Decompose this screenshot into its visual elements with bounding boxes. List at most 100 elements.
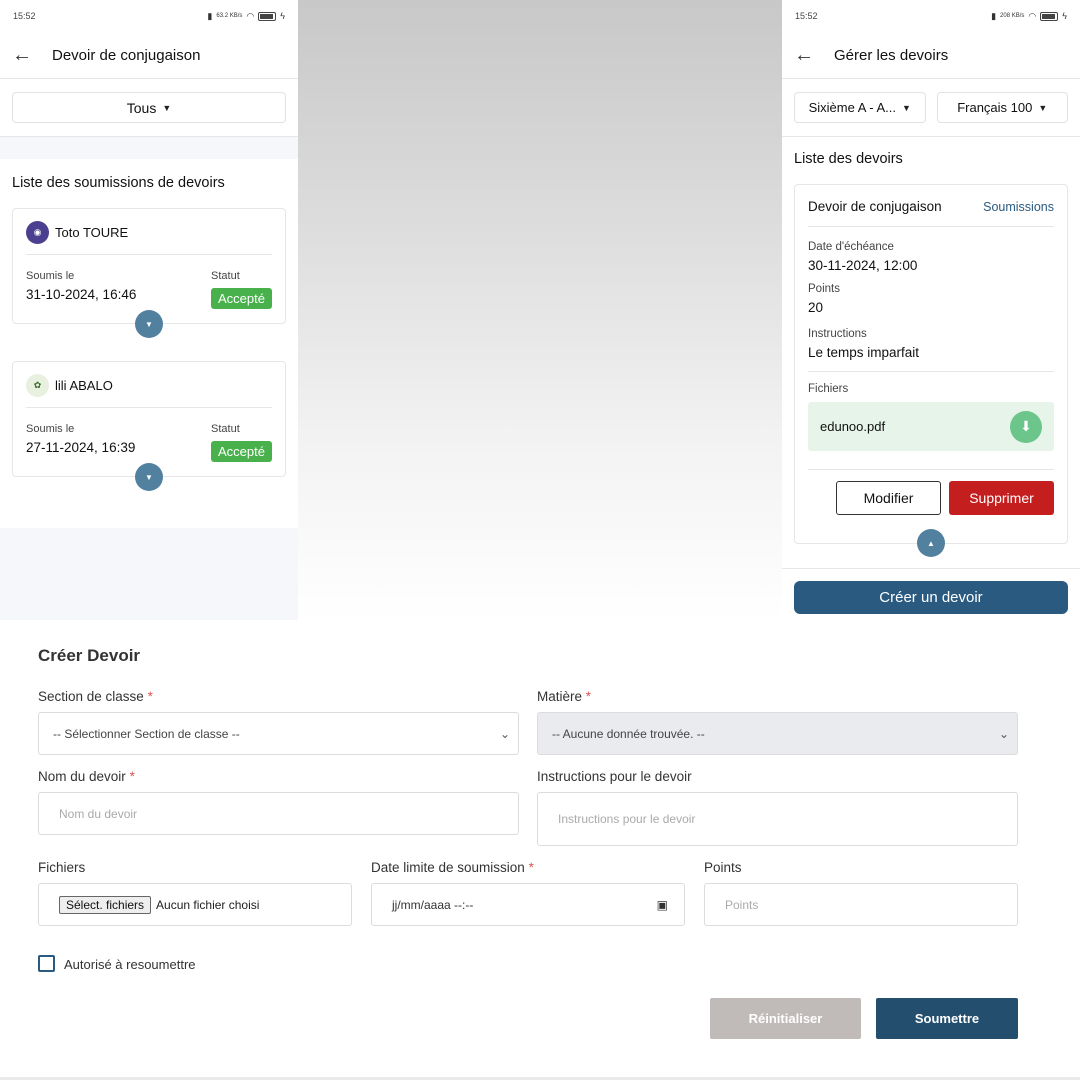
submissions-screen: 15:52 ▮ 63.2 KB/s ◠ ϟ ← Devoir de conjug…	[0, 0, 298, 620]
instructions-label: Instructions	[808, 328, 867, 340]
class-section-select[interactable]: -- Sélectionner Section de classe -- ⌄	[38, 712, 519, 755]
expand-button[interactable]: ▼	[135, 463, 163, 491]
resubmit-label: Autorisé à resoumettre	[64, 957, 196, 972]
download-icon[interactable]: ⬇	[1010, 410, 1042, 443]
file-name: edunoo.pdf	[820, 419, 886, 434]
submissions-list: Liste des soumissions de devoirs ◉ Toto …	[0, 159, 298, 528]
caret-down-icon: ▼	[1038, 102, 1048, 113]
page-title: Devoir de conjugaison	[52, 46, 201, 64]
chevron-up-icon: ▲	[927, 538, 935, 548]
avatar: ✿	[26, 374, 49, 397]
required-marker: *	[528, 860, 534, 875]
homework-name-input[interactable]: Nom du devoir	[38, 792, 519, 835]
file-input[interactable]: Sélect. fichiers Aucun fichier choisi	[38, 883, 352, 926]
collapse-button[interactable]: ▲	[917, 529, 945, 557]
status-label: Statut	[211, 270, 240, 282]
form-title: Créer Devoir	[38, 646, 141, 665]
divider	[782, 568, 1080, 569]
chevron-down-icon: ⌄	[499, 726, 510, 741]
class-section-label: Section de classe *	[38, 689, 153, 704]
calendar-icon[interactable]: ▣	[657, 898, 668, 912]
submission-body: Soumis le 27-11-2024, 16:39 Statut Accep…	[26, 423, 272, 462]
submission-header: ◉ Toto TOURE	[26, 221, 272, 255]
edit-button[interactable]: Modifier	[836, 481, 941, 515]
file-item: edunoo.pdf ⬇	[808, 402, 1054, 451]
vibrate-icon: ▮	[207, 10, 213, 21]
reset-button[interactable]: Réinitialiser	[710, 998, 861, 1039]
subject-filter-value: Français 100	[957, 100, 1033, 115]
class-section-label-text: Section de classe	[38, 689, 144, 704]
caret-down-icon: ▼	[902, 102, 911, 113]
student-name: lili ABALO	[55, 378, 113, 393]
choose-files-button[interactable]: Sélect. fichiers	[59, 895, 152, 914]
submitted-label: Soumis le	[26, 270, 75, 282]
files-label: Fichiers	[38, 860, 86, 875]
charging-icon: ϟ	[280, 11, 285, 21]
back-arrow-icon[interactable]: ←	[794, 44, 822, 67]
points-input[interactable]: Points	[704, 883, 1018, 926]
homework-name-label: Nom du devoir *	[38, 769, 135, 784]
class-filter-dropdown[interactable]: Sixième A - A... ▼	[794, 92, 926, 123]
status-bar: 15:52 ▮ 63.2 KB/s ◠ ϟ	[0, 0, 298, 32]
instructions-placeholder: Instructions pour le devoir	[558, 812, 696, 826]
vibrate-icon: ▮	[991, 10, 997, 21]
manage-homework-screen: 15:52 ▮ 208 KB/s ◠ ϟ ← Gérer les devoirs…	[782, 0, 1080, 620]
battery-icon	[258, 11, 277, 21]
list-title: Liste des soumissions de devoirs	[12, 175, 225, 191]
class-filter-value: Sixième A - A...	[808, 100, 896, 115]
required-marker: *	[129, 769, 135, 784]
page-title: Gérer les devoirs	[834, 46, 949, 64]
resubmit-checkbox[interactable]	[38, 955, 55, 972]
submitted-label: Soumis le	[26, 423, 75, 435]
submissions-link[interactable]: Soumissions	[983, 200, 1054, 214]
subject-value: -- Aucune donnée trouvée. --	[552, 726, 705, 741]
required-marker: *	[585, 689, 592, 704]
create-homework-button[interactable]: Créer un devoir	[794, 581, 1068, 614]
subject-select[interactable]: -- Aucune donnée trouvée. -- ⌄	[537, 712, 1018, 755]
back-arrow-icon[interactable]: ←	[12, 44, 40, 67]
status-filter-dropdown[interactable]: Tous ▼	[12, 92, 286, 123]
status-bar: 15:52 ▮ 208 KB/s ◠ ϟ	[782, 0, 1080, 32]
divider	[808, 371, 1054, 372]
subject-filter-dropdown[interactable]: Français 100 ▼	[936, 92, 1068, 123]
submission-card[interactable]: ◉ Toto TOURE Soumis le 31-10-2024, 16:46…	[12, 208, 286, 338]
deadline-input[interactable]: jj/mm/aaaa --:-- ▣	[371, 883, 685, 926]
status-label: Statut	[211, 423, 240, 435]
points-label: Points	[704, 860, 742, 875]
submission-card[interactable]: ✿ lili ABALO Soumis le 27-11-2024, 16:39…	[12, 361, 286, 491]
wifi-icon: ◠	[246, 10, 255, 21]
battery-icon	[1040, 11, 1059, 21]
homework-actions: Modifier Supprimer	[808, 469, 1054, 515]
app-bar: ← Devoir de conjugaison	[0, 32, 298, 79]
status-badge: Accepté	[211, 288, 272, 309]
status-icons: ▮ 208 KB/s ◠ ϟ	[991, 11, 1067, 22]
expand-button[interactable]: ▼	[135, 310, 163, 338]
submitted-date: 27-11-2024, 16:39	[26, 440, 136, 455]
homework-name-placeholder: Nom du devoir	[59, 806, 138, 821]
chevron-down-icon: ▼	[145, 319, 153, 329]
delete-button[interactable]: Supprimer	[949, 481, 1054, 515]
file-status: Aucun fichier choisi	[156, 897, 260, 912]
background-gradient	[298, 0, 782, 620]
network-speed: 63.2 KB/s	[216, 13, 243, 19]
status-time: 15:52	[795, 11, 818, 21]
class-section-value: -- Sélectionner Section de classe --	[53, 726, 240, 741]
wifi-icon: ◠	[1028, 10, 1037, 21]
instructions-label: Instructions pour le devoir	[537, 769, 692, 784]
files-label: Fichiers	[808, 383, 849, 395]
deadline-label: Date limite de soumission *	[371, 860, 534, 875]
network-speed: 208 KB/s	[1000, 13, 1025, 19]
status-time: 15:52	[13, 11, 36, 21]
submitted-date: 31-10-2024, 16:46	[26, 287, 137, 302]
avatar: ◉	[26, 221, 49, 244]
deadline-placeholder: jj/mm/aaaa --:--	[392, 897, 474, 912]
submit-button[interactable]: Soumettre	[876, 998, 1018, 1039]
filter-row: Sixième A - A... ▼ Français 100 ▼	[782, 79, 1080, 137]
due-label: Date d'échéance	[808, 241, 894, 253]
required-marker: *	[147, 689, 153, 704]
homework-title: Devoir de conjugaison	[808, 199, 942, 214]
instructions-textarea[interactable]: Instructions pour le devoir	[537, 792, 1018, 846]
points-placeholder: Points	[725, 897, 759, 912]
student-name: Toto TOURE	[55, 225, 129, 240]
homework-card: Devoir de conjugaison Soumissions Date d…	[794, 184, 1068, 557]
